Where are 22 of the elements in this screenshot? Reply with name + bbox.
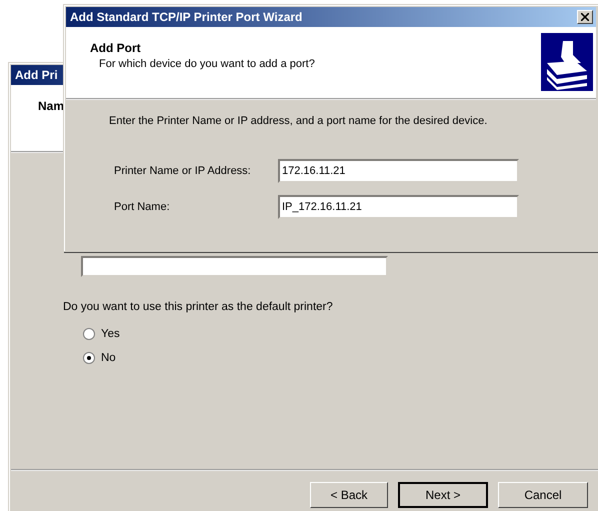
wizard-button[interactable]: Cancel — [498, 482, 588, 508]
wizard-button[interactable]: < Back — [310, 482, 388, 508]
radio-button[interactable] — [83, 352, 95, 364]
input-field[interactable]: 172.16.11.21 — [278, 159, 519, 183]
printer-icon — [541, 33, 593, 91]
header-title: Nam — [38, 99, 64, 113]
close-button[interactable] — [577, 10, 593, 24]
field-label: Printer Name or IP Address: — [114, 165, 252, 177]
radio-label: No — [101, 352, 116, 364]
default-printer-question: Do you want to use this printer as the default printer? — [62, 300, 334, 313]
field-label: Port Name: — [114, 201, 171, 213]
radio-button[interactable] — [83, 328, 95, 340]
printer-name-field[interactable] — [81, 256, 388, 277]
instruction-text: Enter the Printer Name or IP address, and a port name for the desired device. — [108, 114, 488, 127]
window-title: Add Pri — [15, 68, 58, 82]
header-subtitle: For which device do you want to add a port? — [98, 58, 315, 70]
wizard-button[interactable]: Next > — [398, 482, 488, 508]
input-field[interactable]: IP_172.16.11.21 — [278, 195, 519, 219]
radio-label: Yes — [101, 328, 120, 340]
window-title: Add Standard TCP/IP Printer Port Wizard — [70, 10, 302, 24]
close-icon — [581, 13, 589, 21]
header-title: Add Port — [90, 41, 142, 55]
